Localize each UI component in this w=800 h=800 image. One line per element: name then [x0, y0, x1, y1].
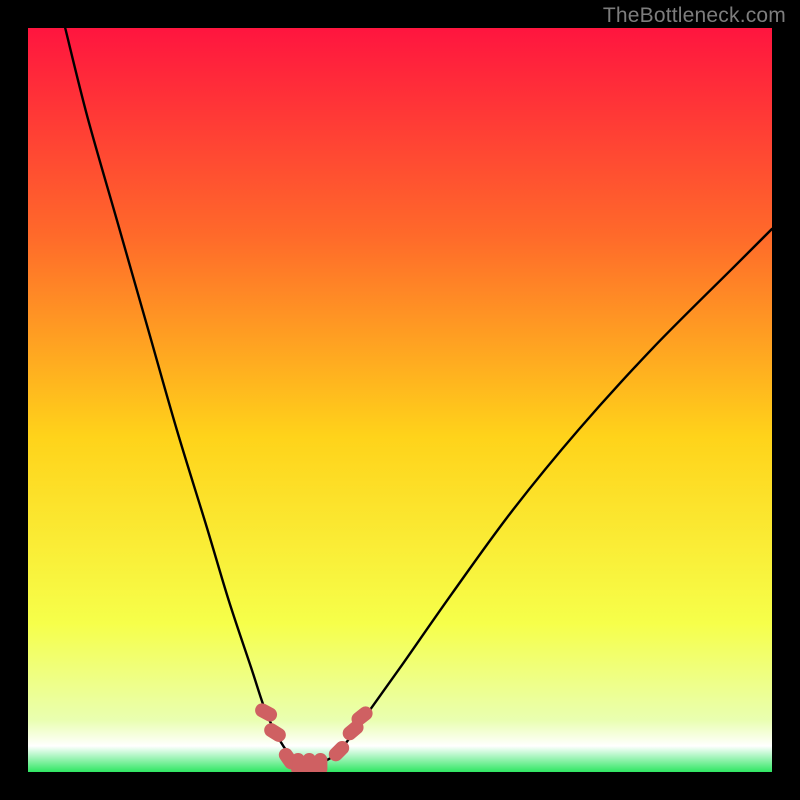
watermark-text: TheBottleneck.com — [603, 4, 786, 28]
plot-background — [28, 28, 772, 772]
chart-frame: TheBottleneck.com — [0, 0, 800, 800]
bottleneck-chart — [28, 28, 772, 772]
curve-marker — [314, 754, 327, 772]
